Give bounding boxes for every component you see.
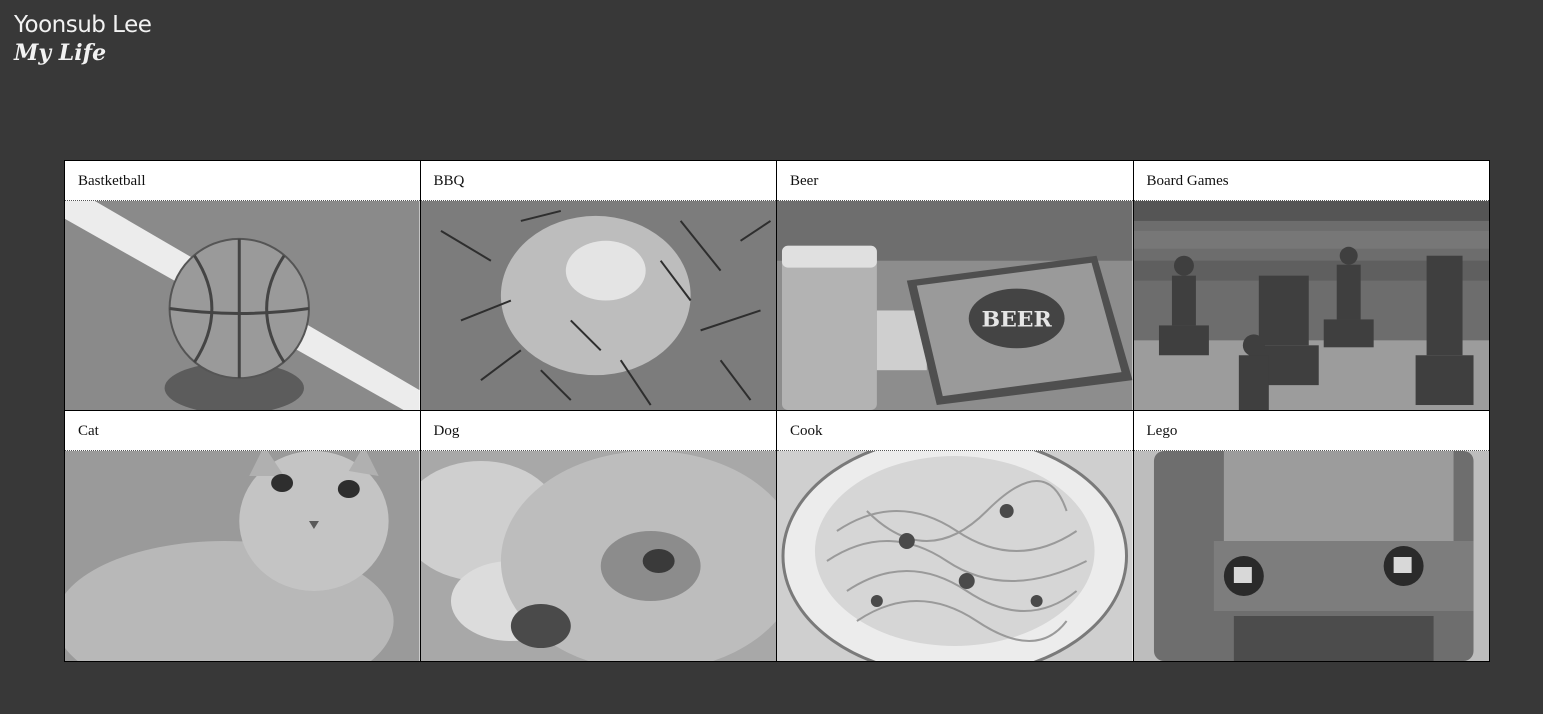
site-header: Yoonsub Lee My Life [14, 10, 152, 66]
gallery-card-cat[interactable]: Cat [64, 411, 421, 662]
pasta-photo [777, 451, 1133, 661]
site-subtitle: My Life [14, 40, 107, 66]
card-label: Bastketball [65, 161, 420, 201]
beer-photo: BEER [777, 201, 1133, 410]
bbq-photo [420, 201, 776, 410]
chess-photo [1133, 201, 1489, 410]
gallery-card-cook[interactable]: Cook [777, 411, 1134, 662]
card-label: Dog [420, 411, 776, 451]
card-label: Beer [777, 161, 1133, 201]
cat-photo [65, 451, 420, 661]
card-label: Lego [1133, 411, 1489, 451]
gallery-card-lego[interactable]: Lego [1133, 411, 1490, 662]
card-label: Cat [65, 411, 420, 451]
lego-photo [1133, 451, 1489, 661]
gallery-card-dog[interactable]: Dog [420, 411, 777, 662]
beer-book-title: BEER [982, 306, 1053, 332]
gallery-card-board-games[interactable]: Board Games [1133, 160, 1490, 411]
dog-photo [420, 451, 776, 661]
basketball-photo [65, 201, 420, 410]
card-label: Board Games [1133, 161, 1489, 201]
site-name[interactable]: Yoonsub Lee [14, 10, 152, 40]
gallery-grid: Bastketball BBQ Beer BEER Board Games Ca… [64, 160, 1490, 662]
card-label: BBQ [420, 161, 776, 201]
card-label: Cook [777, 411, 1133, 451]
gallery-card-bbq[interactable]: BBQ [420, 160, 777, 411]
gallery-card-basketball[interactable]: Bastketball [64, 160, 421, 411]
gallery-card-beer[interactable]: Beer BEER [777, 160, 1134, 411]
